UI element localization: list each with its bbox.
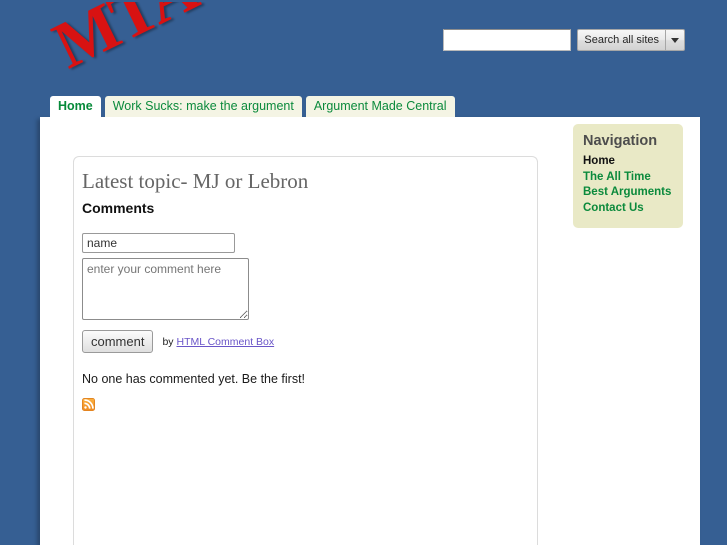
search-button-group[interactable]: Search all sites [577,29,685,51]
comment-textarea[interactable] [82,258,249,320]
comment-box-panel: Latest topic- MJ or Lebron Comments comm… [73,156,538,545]
search-input[interactable] [443,29,572,51]
page-title: Latest topic- MJ or Lebron [82,169,309,193]
chevron-down-icon [671,37,679,43]
site-search: Search all sites [443,29,685,51]
comment-box-byline: by HTML Comment Box [162,335,274,349]
name-input[interactable] [82,233,235,253]
site-logo-text: MTA [42,2,209,83]
search-scope-dropdown-button[interactable] [666,30,684,50]
rss-feed-icon[interactable] [82,398,95,411]
page-content: Latest topic- MJ or Lebron Comments comm… [40,117,700,545]
comment-submit-row: comment by HTML Comment Box [82,330,537,353]
search-all-sites-button[interactable]: Search all sites [578,30,665,50]
site-tab-bar: Home Work Sucks: make the argument Argum… [50,96,459,117]
navigation-title: Navigation [583,133,658,149]
site-logo[interactable]: MTA [36,2,226,94]
byline-prefix: by [162,335,174,348]
sidebar-item-home[interactable]: Home [583,154,673,169]
tab-work-sucks[interactable]: Work Sucks: make the argument [104,96,302,117]
no-comments-message: No one has commented yet. Be the first! [82,372,306,386]
navigation-sidebar: Navigation Home The All Time Best Argume… [573,124,683,228]
site-header: MTA Search all sites [0,0,727,96]
comments-heading: Comments [82,200,155,216]
sidebar-item-contact-us[interactable]: Contact Us [583,201,673,216]
submit-comment-button[interactable]: comment [82,330,154,353]
html-comment-box-link[interactable]: HTML Comment Box [176,336,274,348]
tab-home[interactable]: Home [50,96,101,117]
sidebar-item-all-time-best-arguments[interactable]: The All Time Best Arguments [583,170,673,200]
tab-argument-made-central[interactable]: Argument Made Central [305,96,455,117]
